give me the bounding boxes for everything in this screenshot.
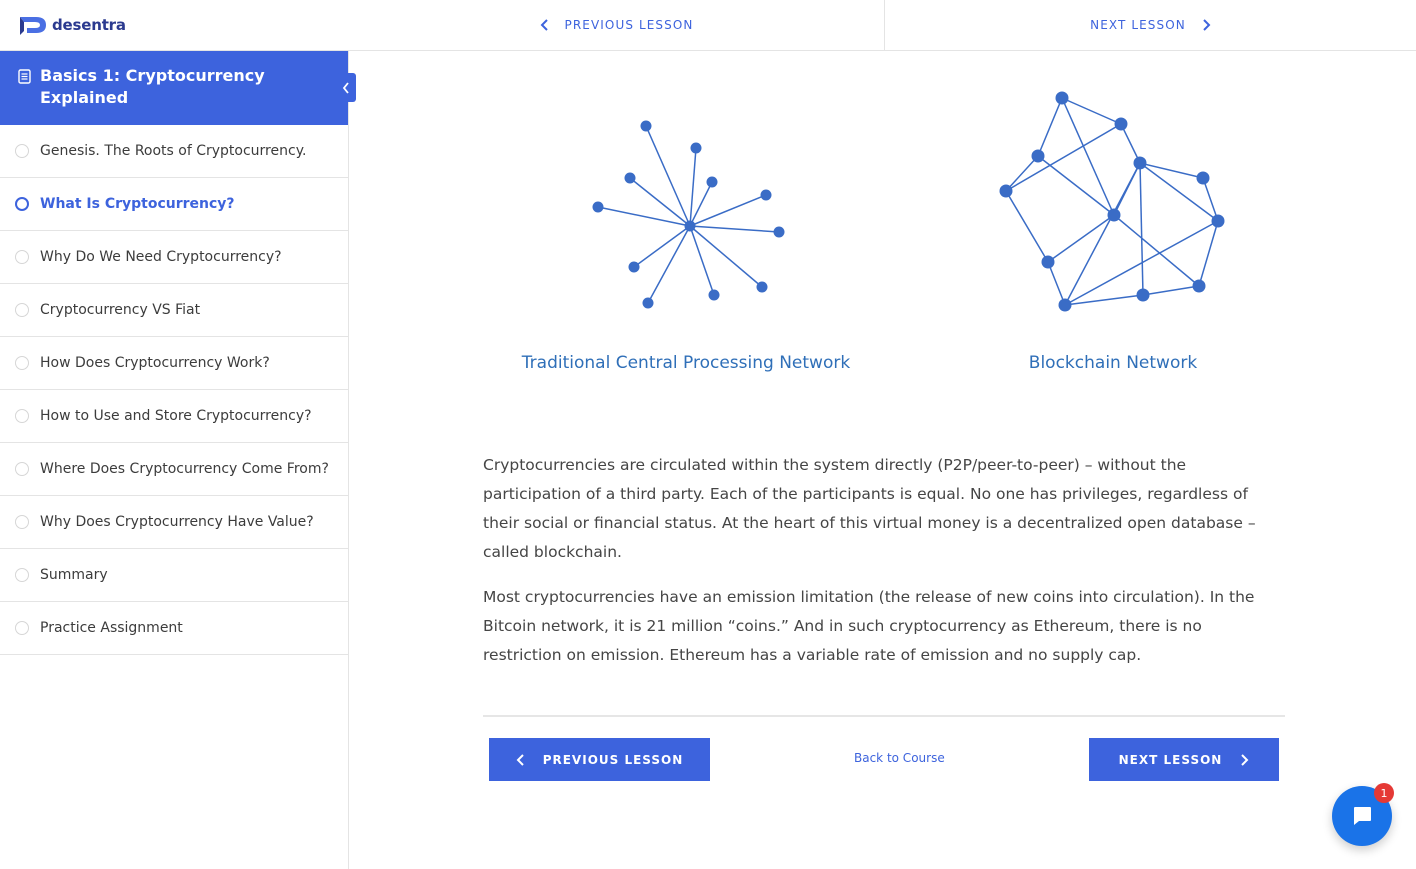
lesson-status-circle-icon <box>15 144 29 158</box>
chat-notification-badge: 1 <box>1374 783 1394 803</box>
next-lesson-button[interactable]: NEXT LESSON <box>1089 738 1279 781</box>
lesson-list: Genesis. The Roots of Cryptocurrency. Wha… <box>0 125 348 655</box>
lesson-status-circle-icon <box>15 356 29 370</box>
previous-lesson-label: PREVIOUS LESSON <box>542 752 684 767</box>
lesson-status-circle-icon <box>15 621 29 635</box>
lesson-label: How to Use and Store Cryptocurrency? <box>40 408 312 424</box>
lesson-label: Why Does Cryptocurrency Have Value? <box>40 514 314 530</box>
chevron-right-icon <box>1241 753 1249 766</box>
blockchain-network-caption: Blockchain Network <box>1028 353 1198 373</box>
lesson-status-circle-icon <box>15 568 29 582</box>
lesson-sidebar: Basics 1: Cryptocurrency Explained Genes… <box>0 51 349 869</box>
lesson-label: Why Do We Need Cryptocurrency? <box>40 249 282 265</box>
lesson-label: How Does Cryptocurrency Work? <box>40 355 270 371</box>
lesson-item[interactable]: Genesis. The Roots of Cryptocurrency. <box>0 125 348 178</box>
lesson-item[interactable]: How Does Cryptocurrency Work? <box>0 337 348 390</box>
lesson-label: Cryptocurrency VS Fiat <box>40 302 201 318</box>
lesson-item[interactable]: How to Use and Store Cryptocurrency? <box>0 390 348 443</box>
top-bar: desentra PREVIOUS LESSON NEXT LESSON <box>0 0 1416 51</box>
top-next-lesson-label: NEXT LESSON <box>1090 18 1186 32</box>
lesson-item[interactable]: Cryptocurrency VS Fiat <box>0 284 348 337</box>
lesson-label: Practice Assignment <box>40 620 183 636</box>
lesson-paragraph: Cryptocurrencies are circulated within t… <box>483 456 1256 561</box>
lesson-item[interactable]: Why Do We Need Cryptocurrency? <box>0 231 348 284</box>
top-previous-lesson-link[interactable]: PREVIOUS LESSON <box>349 0 884 50</box>
logo-icon <box>20 17 46 35</box>
chevron-left-icon <box>516 753 524 766</box>
chevron-left-icon <box>342 81 349 94</box>
sidebar-collapse-button[interactable] <box>336 73 356 102</box>
centralized-network-diagram <box>592 120 785 309</box>
lesson-label: What Is Cryptocurrency? <box>40 196 235 212</box>
lesson-current-indicator-icon <box>15 197 29 211</box>
chevron-right-icon <box>1203 19 1211 31</box>
chat-bubble-icon <box>1354 807 1371 825</box>
lesson-status-circle-icon <box>15 515 29 529</box>
course-title: Basics 1: Cryptocurrency Explained <box>40 66 265 107</box>
lesson-item[interactable]: What Is Cryptocurrency? <box>0 178 348 231</box>
lesson-content: Cryptocurrencies are circulated within t… <box>483 451 1285 686</box>
content-divider <box>483 715 1285 717</box>
back-to-course-link[interactable]: Back to Course <box>854 751 945 765</box>
chevron-left-icon <box>540 19 548 31</box>
next-lesson-label: NEXT LESSON <box>1118 752 1223 767</box>
brand-logo[interactable]: desentra <box>18 14 126 36</box>
chat-widget-button[interactable]: 1 <box>1332 783 1394 846</box>
top-next-lesson-link[interactable]: NEXT LESSON <box>884 0 1416 50</box>
lesson-status-circle-icon <box>15 303 29 317</box>
course-header: Basics 1: Cryptocurrency Explained <box>0 51 348 125</box>
blockchain-network-diagram <box>999 91 1225 312</box>
lesson-item[interactable]: Practice Assignment <box>0 602 348 655</box>
lesson-label: Genesis. The Roots of Cryptocurrency. <box>40 143 307 159</box>
lesson-label: Summary <box>40 567 108 583</box>
lesson-paragraph: Most cryptocurrencies have an emission l… <box>483 588 1255 664</box>
top-previous-lesson-label: PREVIOUS LESSON <box>564 18 694 32</box>
lesson-label: Where Does Cryptocurrency Come From? <box>40 461 329 477</box>
lesson-status-circle-icon <box>15 462 29 476</box>
centralized-network-caption: Traditional Central Processing Network <box>521 353 851 373</box>
previous-lesson-button[interactable]: PREVIOUS LESSON <box>489 738 710 781</box>
lesson-item[interactable]: Where Does Cryptocurrency Come From? <box>0 443 348 496</box>
lesson-status-circle-icon <box>15 250 29 264</box>
lesson-item[interactable]: Summary <box>0 549 348 602</box>
brand-name: desentra <box>52 16 126 34</box>
lesson-item[interactable]: Why Does Cryptocurrency Have Value? <box>0 496 348 549</box>
document-icon <box>18 69 31 84</box>
lesson-status-circle-icon <box>15 409 29 423</box>
